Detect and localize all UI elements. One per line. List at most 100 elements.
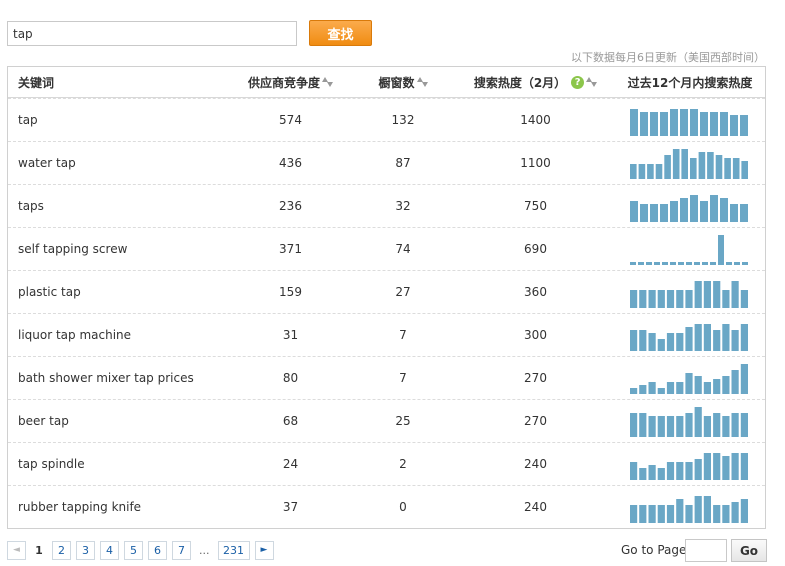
page-link[interactable]: 3	[76, 540, 95, 560]
supplier-cell: 80	[282, 371, 299, 385]
page-link[interactable]: 6	[148, 540, 167, 560]
search-button[interactable]: 查找	[309, 20, 372, 46]
keyword-cell[interactable]: tap	[18, 99, 218, 141]
window-cell: 87	[395, 156, 411, 170]
trend-cell	[620, 357, 760, 399]
sort-icon[interactable]	[322, 76, 333, 88]
trend-bar	[646, 262, 652, 265]
search-input[interactable]	[7, 21, 297, 46]
page-link[interactable]: 4	[100, 540, 119, 560]
trend-sparkline	[630, 281, 748, 308]
hotness-cell: 750	[524, 199, 547, 213]
hotness-cell: 1100	[520, 156, 551, 170]
keyword-cell[interactable]: beer tap	[18, 400, 218, 442]
trend-sparkline	[630, 324, 748, 351]
trend-bar	[700, 201, 708, 222]
trend-bar	[740, 324, 748, 351]
trend-bar	[685, 327, 693, 351]
table-row: liquor tap machine 31 7 300	[8, 313, 765, 356]
goto-page-input[interactable]	[685, 539, 727, 562]
trend-bar	[740, 204, 748, 222]
keyword-cell[interactable]: taps	[18, 185, 218, 227]
trend-bar	[630, 109, 638, 136]
trend-bar	[648, 505, 656, 523]
table-row: taps 236 32 750	[8, 184, 765, 227]
trend-bar	[657, 388, 665, 394]
trend-bar	[731, 413, 739, 437]
hotness-cell: 690	[524, 242, 547, 256]
table-row: rubber tapping knife 37 0 240	[8, 485, 765, 528]
keyword-cell[interactable]: liquor tap machine	[18, 314, 218, 356]
trend-bar	[639, 385, 647, 394]
trend-cell	[620, 99, 760, 141]
window-cell: 25	[395, 414, 411, 428]
header-trend: 过去12个月内搜索热度	[620, 67, 760, 97]
supplier-cell: 436	[279, 156, 302, 170]
keyword-cell[interactable]: self tapping screw	[18, 228, 218, 270]
trend-bar	[640, 204, 648, 222]
page-link-last[interactable]: 231	[217, 540, 250, 560]
trend-bar	[722, 416, 730, 437]
help-icon[interactable]: ?	[571, 75, 585, 89]
trend-bar	[630, 164, 637, 179]
keyword-cell[interactable]: rubber tapping knife	[18, 486, 218, 528]
page-link[interactable]: 5	[124, 540, 143, 560]
keyword-cell[interactable]: bath shower mixer tap prices	[18, 357, 218, 399]
trend-bar	[685, 413, 693, 437]
pagination: ◄ 1 2 3 4 5 6 7 ... 231 ►	[7, 540, 279, 560]
trend-bar	[731, 370, 739, 394]
table-row: tap 574 132 1400	[8, 98, 765, 141]
page-link[interactable]: 2	[52, 540, 71, 560]
trend-bar	[670, 109, 678, 136]
table-header-row: 关键词 供应商竞争度 橱窗数 搜索热度（2月）? 过去12个月内搜索热度	[8, 67, 765, 98]
header-supplier-label: 供应商竞争度	[247, 75, 320, 90]
trend-sparkline	[630, 195, 748, 222]
trend-bar	[680, 109, 688, 136]
trend-bar	[685, 462, 693, 480]
header-window-label: 橱窗数	[378, 75, 415, 90]
trend-bar	[660, 204, 668, 222]
keyword-cell[interactable]: tap spindle	[18, 443, 218, 485]
trend-bar	[685, 290, 693, 308]
trend-bar	[740, 290, 748, 308]
trend-bar	[694, 281, 702, 308]
trend-bar	[666, 505, 675, 523]
trend-bar	[700, 112, 708, 136]
hotness-cell: 1400	[520, 113, 551, 127]
header-window[interactable]: 橱窗数	[358, 67, 448, 97]
keyword-cell[interactable]: water tap	[18, 142, 218, 184]
window-cell: 32	[395, 199, 411, 213]
table-row: plastic tap 159 27 360	[8, 270, 765, 313]
trend-bar	[647, 164, 654, 179]
trend-bar	[731, 281, 739, 308]
keyword-cell[interactable]: plastic tap	[18, 271, 218, 313]
page-link[interactable]: 7	[172, 540, 191, 560]
header-keyword: 关键词	[18, 67, 218, 97]
update-note: 以下数据每月6日更新（美国西部时间）	[571, 51, 765, 64]
prev-page-button[interactable]: ◄	[7, 540, 26, 560]
trend-bar	[630, 201, 638, 222]
trend-bar	[630, 505, 638, 523]
sort-icon[interactable]	[416, 76, 428, 88]
trend-bar	[740, 413, 748, 437]
next-page-button[interactable]: ►	[254, 540, 274, 560]
header-hotness[interactable]: 搜索热度（2月）?	[458, 67, 613, 97]
trend-bar	[650, 112, 658, 136]
trend-bar	[666, 382, 675, 394]
trend-bar	[648, 333, 656, 351]
goto-button[interactable]: Go	[731, 539, 767, 562]
trend-bar	[657, 505, 665, 523]
trend-bar	[678, 262, 684, 265]
trend-bar	[713, 453, 721, 480]
trend-bar	[662, 262, 668, 265]
trend-bar	[648, 416, 656, 437]
trend-bar	[730, 204, 738, 222]
trend-bar	[681, 149, 688, 179]
table-row: self tapping screw 371 74 690	[8, 227, 765, 270]
header-supplier[interactable]: 供应商竞争度	[228, 67, 353, 97]
trend-bar	[639, 505, 647, 523]
trend-bar	[670, 201, 678, 222]
table-row: beer tap 68 25 270	[8, 399, 765, 442]
window-cell: 132	[391, 113, 415, 127]
sort-icon[interactable]	[586, 76, 598, 88]
